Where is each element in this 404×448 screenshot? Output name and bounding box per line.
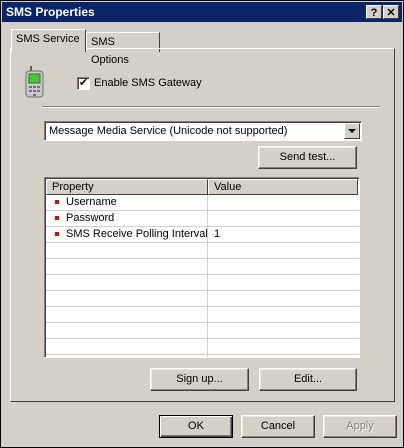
title-bar[interactable]: SMS Properties ? ✕	[2, 2, 402, 22]
help-button[interactable]: ?	[366, 5, 382, 19]
chevron-down-icon	[348, 129, 356, 133]
bullet-icon	[55, 200, 59, 204]
property-name: Username	[66, 196, 117, 208]
dropdown-arrow-button[interactable]	[344, 123, 360, 139]
separator	[42, 106, 380, 108]
sign-up-button[interactable]: Sign up...	[150, 368, 249, 391]
empty-row	[46, 307, 359, 323]
column-header-value[interactable]: Value	[208, 179, 358, 195]
service-provider-select[interactable]: Message Media Service (Unicode not suppo…	[44, 121, 362, 141]
enable-sms-gateway-checkbox[interactable]: ✔	[77, 77, 90, 90]
empty-row	[46, 291, 359, 307]
property-name: SMS Receive Polling Interval	[66, 228, 208, 240]
bullet-icon	[55, 216, 59, 220]
properties-grid[interactable]: Property Value Username Password SMS Rec…	[44, 177, 360, 358]
edit-button[interactable]: Edit...	[259, 368, 357, 391]
empty-row	[46, 243, 359, 259]
empty-row	[46, 259, 359, 275]
cancel-button[interactable]: Cancel	[241, 415, 315, 438]
table-row[interactable]: SMS Receive Polling Interval 1	[46, 227, 359, 243]
empty-row	[46, 323, 359, 339]
close-button[interactable]: ✕	[383, 5, 399, 19]
bullet-icon	[55, 232, 59, 236]
ok-button[interactable]: OK	[159, 415, 233, 438]
tab-sms-service[interactable]: SMS Service	[11, 29, 86, 52]
apply-button[interactable]: Apply	[323, 415, 397, 438]
send-test-button[interactable]: Send test...	[258, 146, 357, 169]
column-header-property[interactable]: Property	[46, 179, 208, 195]
table-row[interactable]: Username	[46, 195, 359, 211]
table-row[interactable]: Password	[46, 211, 359, 227]
property-value[interactable]: 1	[214, 228, 220, 240]
empty-row	[46, 275, 359, 291]
service-provider-value: Message Media Service (Unicode not suppo…	[49, 125, 288, 137]
empty-row	[46, 339, 359, 355]
property-name: Password	[66, 212, 115, 224]
sms-properties-dialog: SMS Properties ? ✕ SMS Service SMS Optio…	[0, 0, 404, 448]
enable-sms-gateway-label[interactable]: Enable SMS Gateway	[94, 77, 202, 89]
mobile-phone-icon	[25, 66, 44, 98]
column-divider	[207, 195, 208, 357]
window-title: SMS Properties	[6, 5, 95, 19]
